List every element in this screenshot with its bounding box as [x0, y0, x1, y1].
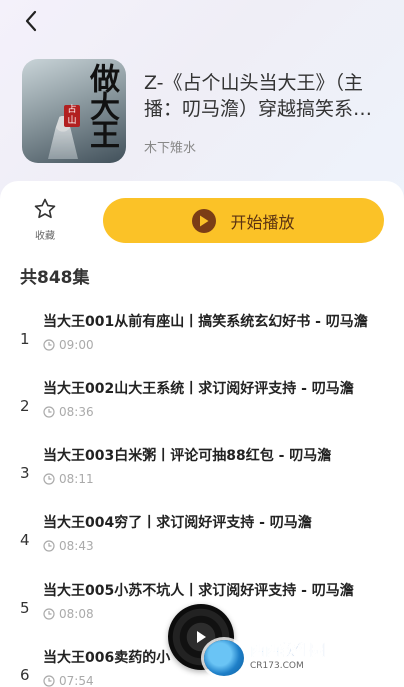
book-title: Z-《占个山头当大王》（主播：叨马澹）穿越搞笑系统玄幻 — [144, 72, 373, 120]
episode-item[interactable]: 1 当大王001从前有座山丨搞笑系统玄幻好书 - 叨马澹 09:00 — [0, 313, 404, 373]
cover-art-text: 做大王 — [84, 63, 119, 147]
episode-duration: 08:11 — [59, 472, 94, 486]
clock-icon — [43, 675, 55, 687]
watermark-text: 西西软件园 CR173.COM — [250, 641, 326, 674]
episode-number: 1 — [20, 330, 30, 348]
episode-duration-row: 07:54 — [43, 674, 94, 687]
watermark-brand-a: 西西 — [250, 641, 281, 659]
clock-icon — [43, 540, 55, 552]
episode-title: 当大王004穷了丨求订阅好评支持 - 叨马澹 — [43, 515, 312, 531]
play-circle-icon — [192, 208, 217, 233]
episode-duration: 08:08 — [59, 607, 94, 621]
back-button[interactable] — [16, 6, 46, 36]
episode-item[interactable]: 3 当大王003白米粥丨评论可抽88红包 - 叨马澹 08:11 — [0, 447, 404, 507]
episode-duration: 08:43 — [59, 539, 94, 553]
episode-title: 当大王003白米粥丨评论可抽88红包 - 叨马澹 — [43, 448, 332, 464]
episode-title: 当大王002山大王系统丨求订阅好评支持 - 叨马澹 — [43, 381, 354, 397]
episode-item[interactable]: 4 当大王004穷了丨求订阅好评支持 - 叨马澹 08:43 — [0, 514, 404, 574]
episode-number: 6 — [20, 666, 30, 684]
start-play-label: 开始播放 — [230, 212, 295, 232]
episode-duration-row: 08:36 — [43, 405, 94, 419]
book-cover: 做大王 占山 — [22, 59, 126, 163]
episode-item[interactable]: 2 当大王002山大王系统丨求订阅好评支持 - 叨马澹 08:36 — [0, 380, 404, 440]
episode-number: 5 — [20, 599, 30, 617]
favorite-button[interactable]: 收藏 — [24, 197, 66, 242]
star-outline-icon — [34, 198, 56, 219]
episode-number: 4 — [20, 531, 30, 549]
clock-icon — [43, 339, 55, 351]
clock-icon — [43, 608, 55, 620]
episode-duration-row: 08:08 — [43, 607, 94, 621]
episode-title: 当大王001从前有座山丨搞笑系统玄幻好书 - 叨马澹 — [43, 314, 368, 330]
watermark-site: CR173.COM — [250, 661, 304, 671]
episode-duration-row: 08:43 — [43, 539, 94, 553]
clock-icon — [43, 406, 55, 418]
episode-title: 当大王005小苏不坑人丨求订阅好评支持 - 叨马澹 — [43, 583, 354, 599]
watermark-logo — [204, 640, 244, 676]
episode-duration-row: 09:00 — [43, 338, 94, 352]
episode-duration: 09:00 — [59, 338, 94, 352]
start-play-button[interactable]: 开始播放 — [103, 198, 384, 243]
site-watermark: 西西软件园 CR173.COM — [204, 637, 394, 679]
cover-seal: 占山 — [64, 105, 80, 127]
episode-duration: 08:36 — [59, 405, 94, 419]
chevron-left-icon — [25, 10, 37, 32]
episode-number: 2 — [20, 397, 30, 415]
clock-icon — [43, 473, 55, 485]
episode-duration: 07:54 — [59, 674, 94, 687]
episode-number: 3 — [20, 464, 30, 482]
episode-duration-row: 08:11 — [43, 472, 94, 486]
watermark-brand-b: 软件园 — [280, 641, 326, 659]
favorite-label: 收藏 — [35, 231, 55, 242]
book-author: 木下雉水 — [144, 141, 197, 156]
episode-count: 共848集 — [20, 268, 90, 288]
